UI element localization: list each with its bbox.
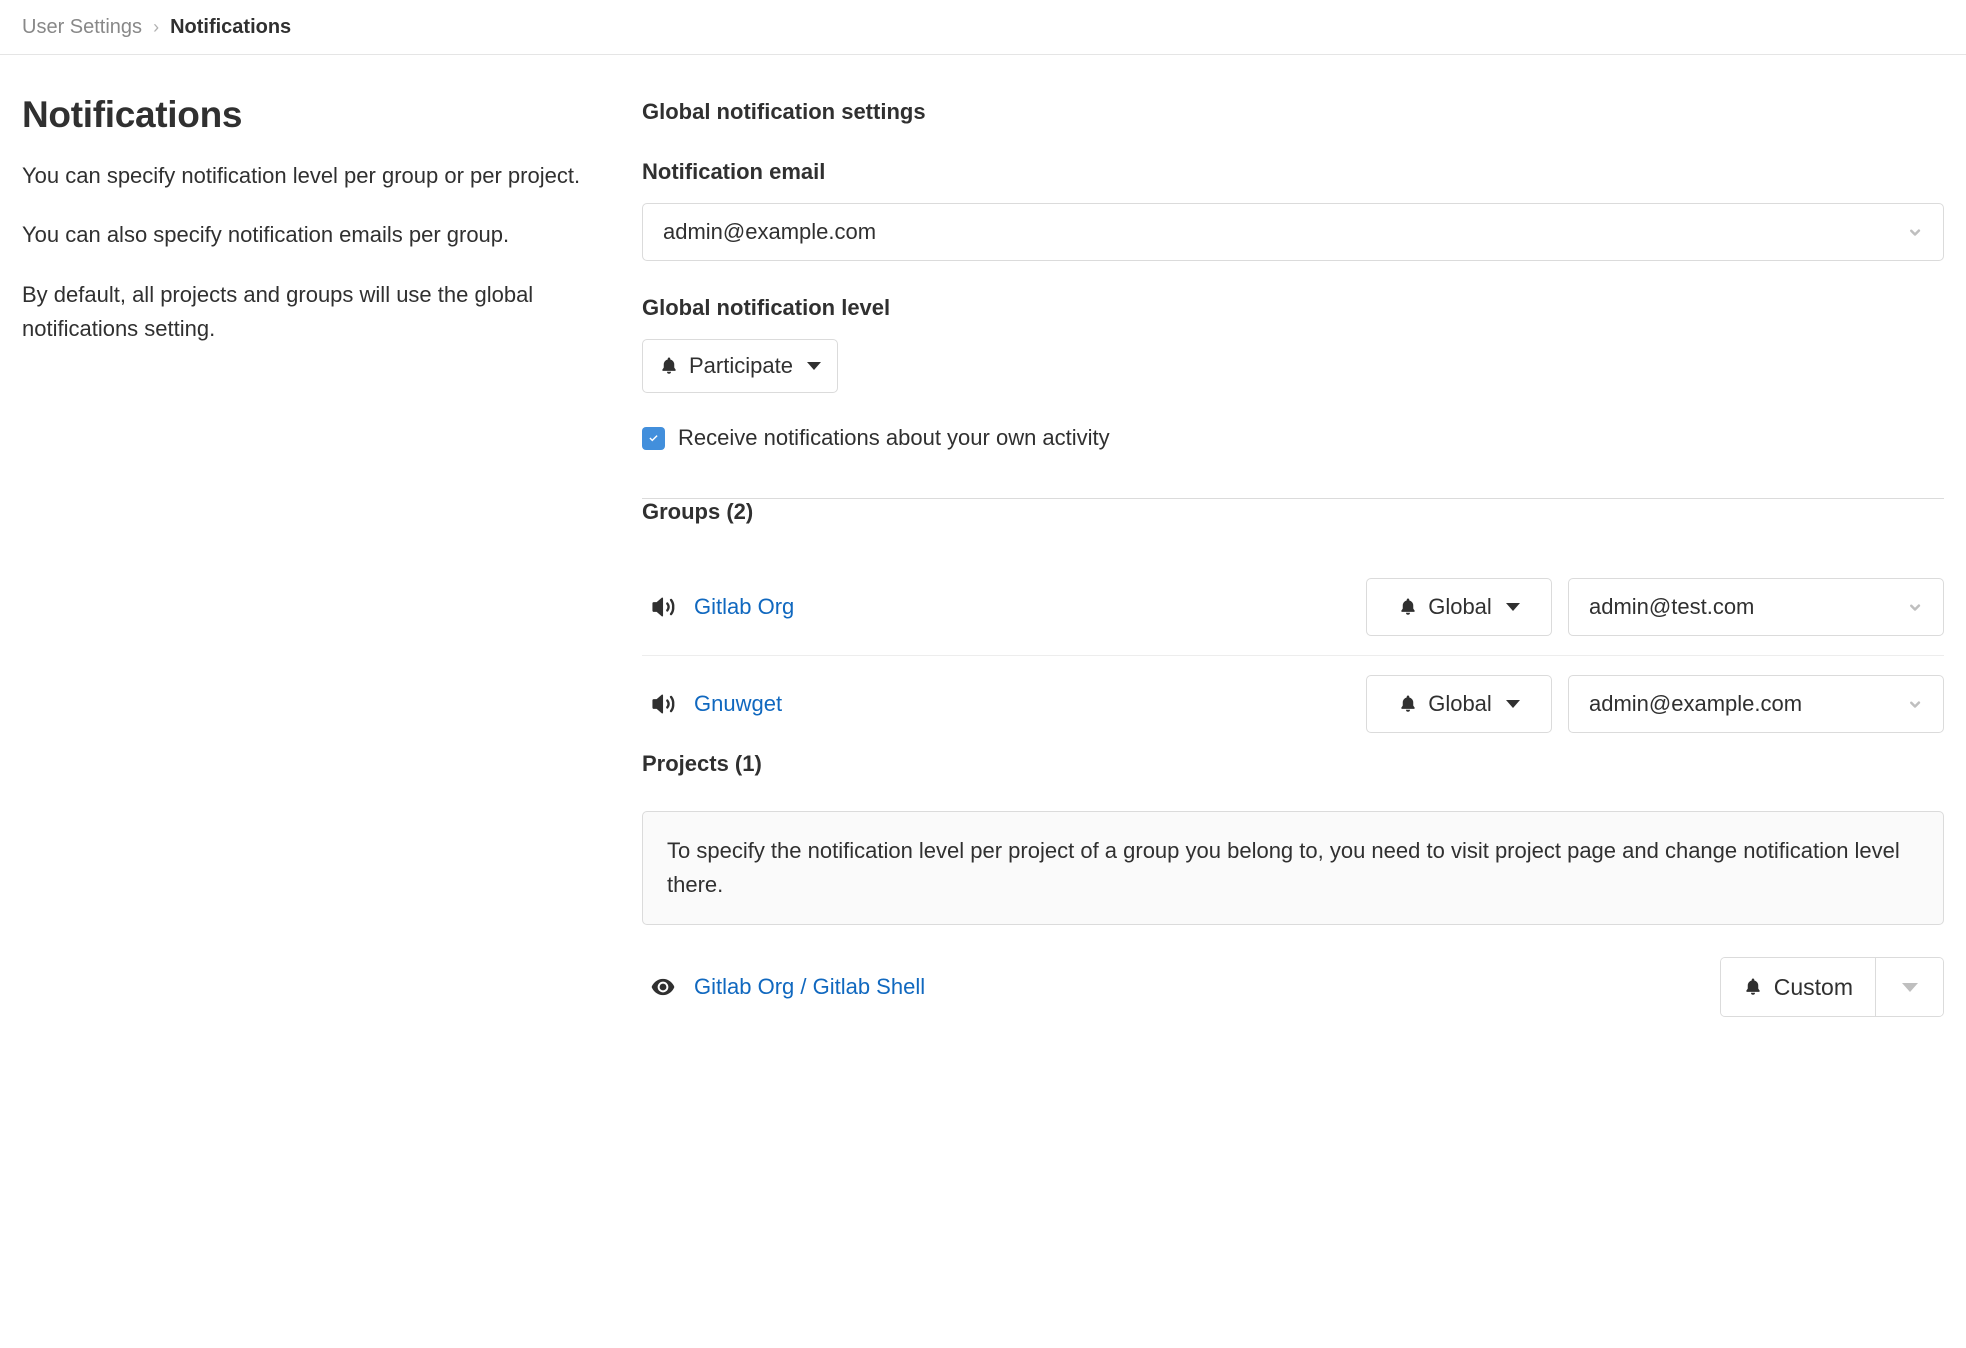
caret-down-icon bbox=[1505, 699, 1520, 708]
project-notification-level-value: Custom bbox=[1773, 973, 1853, 1000]
notification-email-label: Notification email bbox=[642, 159, 826, 184]
volume-up-icon bbox=[650, 691, 676, 717]
group-notification-level-dropdown[interactable]: Global bbox=[1366, 578, 1552, 636]
page-title: Notifications bbox=[22, 94, 243, 135]
group-link[interactable]: Gitlab Org bbox=[694, 594, 794, 620]
description-paragraph-2: You can also specify notification emails… bbox=[22, 222, 510, 248]
group-notification-level-value: Global bbox=[1428, 690, 1492, 716]
group-controls: Global admin@example.com bbox=[1366, 674, 1944, 733]
description-paragraph-1: You can specify notification level per g… bbox=[22, 163, 581, 189]
project-notification-dropdown-toggle[interactable] bbox=[1875, 958, 1943, 1017]
caret-down-icon bbox=[1505, 603, 1520, 611]
project-controls: Custom bbox=[1719, 957, 1944, 1018]
chevron-down-icon bbox=[1905, 222, 1925, 242]
breadcrumb-separator-icon: › bbox=[153, 16, 160, 37]
notification-email-select[interactable]: admin@example.com bbox=[642, 203, 1944, 261]
bell-icon bbox=[1743, 976, 1763, 998]
global-notification-level-value: Participate bbox=[689, 353, 793, 378]
caret-down-icon bbox=[1901, 982, 1918, 992]
page-content: Notifications You can specify notificati… bbox=[0, 55, 1966, 1021]
bell-icon bbox=[1398, 596, 1418, 618]
group-name-cell: Gnuwget bbox=[642, 691, 1366, 717]
bell-icon bbox=[659, 355, 679, 377]
settings-description-column: Notifications You can specify notificati… bbox=[22, 93, 642, 371]
group-notification-level-dropdown[interactable]: Global bbox=[1366, 674, 1552, 733]
group-name-cell: Gitlab Org bbox=[642, 594, 1366, 620]
eye-icon bbox=[650, 974, 676, 1000]
global-settings-heading: Global notification settings bbox=[642, 99, 926, 124]
chevron-down-icon bbox=[1905, 694, 1925, 714]
group-row: Gitlab Org Global admin@test.com bbox=[642, 559, 1944, 655]
group-email-value: admin@example.com bbox=[1589, 690, 1803, 716]
global-notification-level-dropdown[interactable]: Participate bbox=[642, 339, 838, 393]
settings-form-column: Global notification settings Notificatio… bbox=[642, 93, 1944, 1021]
group-email-value: admin@test.com bbox=[1589, 594, 1755, 619]
caret-down-icon bbox=[806, 362, 821, 370]
own-activity-checkbox-row[interactable]: Receive notifications about your own act… bbox=[642, 425, 1944, 451]
chevron-down-icon bbox=[1905, 597, 1925, 617]
breadcrumb: User Settings › Notifications bbox=[0, 0, 1966, 55]
breadcrumb-current: Notifications bbox=[170, 15, 292, 38]
project-name-cell: Gitlab Org / Gitlab Shell bbox=[642, 974, 1720, 1000]
own-activity-checkbox[interactable] bbox=[642, 426, 665, 450]
projects-info-box: To specify the notification level per pr… bbox=[642, 811, 1944, 926]
own-activity-label: Receive notifications about your own act… bbox=[678, 425, 1110, 450]
breadcrumb-user-settings[interactable]: User Settings bbox=[22, 16, 142, 39]
projects-heading: Projects (1) bbox=[642, 751, 762, 776]
groups-heading: Groups (2) bbox=[642, 499, 754, 524]
description-paragraph-3: By default, all projects and groups will… bbox=[22, 281, 534, 341]
group-email-select[interactable]: admin@example.com bbox=[1568, 674, 1944, 733]
project-link[interactable]: Gitlab Org / Gitlab Shell bbox=[694, 974, 925, 1000]
group-controls: Global admin@test.com bbox=[1366, 578, 1944, 636]
notification-email-value: admin@example.com bbox=[663, 219, 877, 244]
bell-icon bbox=[1398, 693, 1418, 715]
group-notification-level-value: Global bbox=[1428, 594, 1492, 619]
group-row: Gnuwget Global admin@example.com bbox=[642, 655, 1944, 751]
volume-up-icon bbox=[650, 594, 676, 620]
project-row: Gitlab Org / Gitlab Shell Custom bbox=[642, 925, 1944, 1021]
group-email-select[interactable]: admin@test.com bbox=[1568, 578, 1944, 636]
global-notification-level-label: Global notification level bbox=[642, 295, 891, 320]
project-notification-level-button[interactable]: Custom bbox=[1720, 958, 1875, 1017]
project-notification-split-button: Custom bbox=[1719, 957, 1944, 1018]
group-link[interactable]: Gnuwget bbox=[694, 691, 782, 717]
